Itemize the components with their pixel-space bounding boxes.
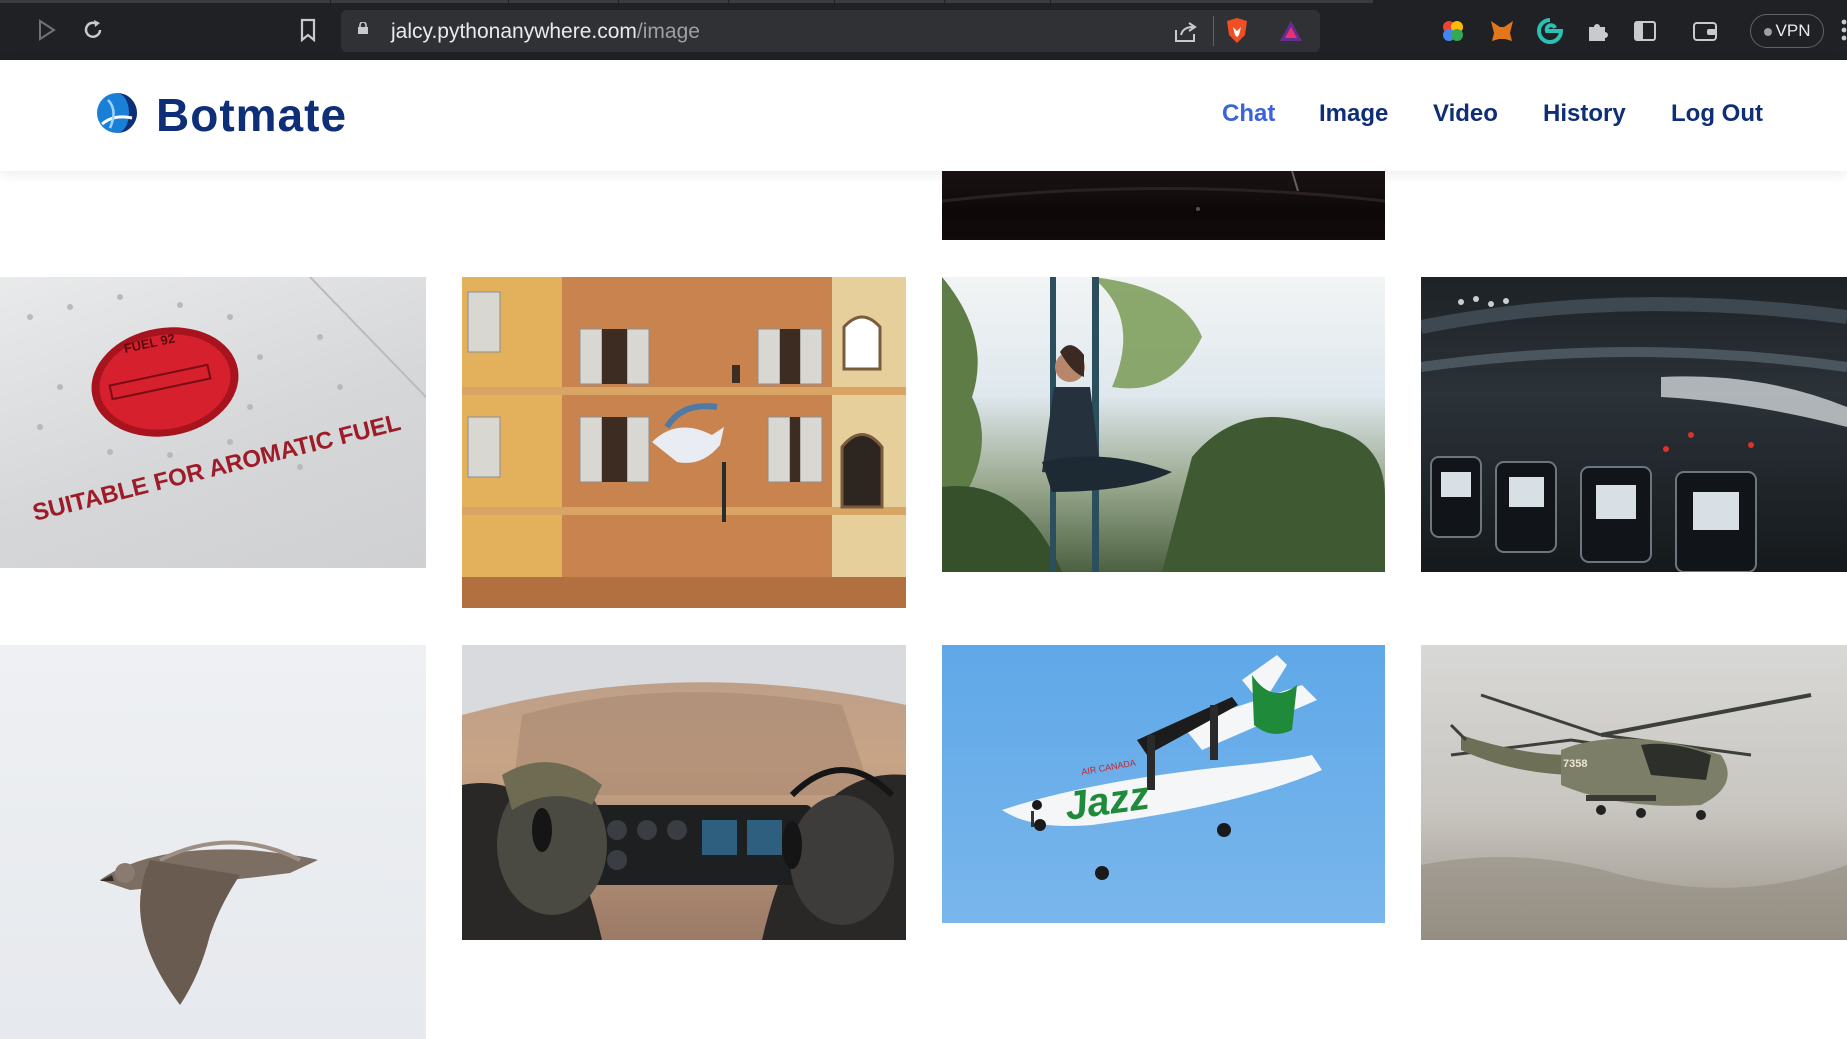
gallery-image-cockpit[interactable] [462, 645, 906, 940]
gallery-image-airplane-cabin[interactable] [1421, 277, 1847, 572]
nav-log-out[interactable]: Log Out [1671, 100, 1763, 128]
back-icon[interactable] [0, 16, 8, 47]
edge-extension-icon[interactable] [1537, 18, 1563, 44]
extensions-puzzle-icon[interactable] [1586, 19, 1610, 43]
bookmark-icon[interactable] [298, 18, 318, 47]
share-icon[interactable] [1173, 20, 1199, 44]
browser-toolbar: jalcy.pythonanywhere.com/image VPN [0, 0, 1847, 60]
air-canada-text: AIR CANADA [1081, 758, 1137, 777]
nav-history[interactable]: History [1543, 100, 1626, 128]
botmate-logo-icon[interactable] [94, 90, 140, 136]
toolbar-divider [1213, 16, 1214, 46]
metamask-icon[interactable] [1489, 19, 1515, 43]
gallery-image-jazz-airplane[interactable]: Jazz AIR CANADA [942, 645, 1385, 923]
reload-icon[interactable] [81, 18, 105, 47]
sidebar-icon[interactable] [1634, 20, 1656, 42]
jazz-brand-text: Jazz [1062, 774, 1152, 829]
url-text[interactable]: jalcy.pythonanywhere.com/image [391, 20, 700, 44]
brave-shield-icon[interactable] [1224, 17, 1250, 45]
gallery-image-aerial-silk[interactable] [942, 277, 1385, 572]
fuel-caption: SUITABLE FOR AROMATIC FUEL [30, 409, 403, 527]
nav-image[interactable]: Image [1319, 100, 1388, 128]
url-path: /image [636, 20, 700, 43]
gallery-image-seagull[interactable] [0, 645, 426, 1039]
url-host: jalcy.pythonanywhere.com [391, 20, 637, 43]
brand-name[interactable]: Botmate [156, 88, 347, 142]
vpn-button[interactable]: VPN [1750, 14, 1824, 48]
helicopter-tail-number: 7358 [1563, 758, 1587, 770]
tab-strip [0, 0, 1373, 3]
site-header: Botmate Chat Image Video History Log Out [0, 60, 1847, 171]
wallet-icon[interactable] [1693, 20, 1719, 42]
colorful-extension-icon[interactable] [1441, 19, 1465, 43]
forward-icon[interactable] [36, 18, 58, 47]
nav-chat[interactable]: Chat [1222, 100, 1275, 128]
gallery-image-military-helicopter[interactable]: 7358 [1421, 645, 1847, 940]
gallery-image[interactable] [942, 171, 1385, 240]
nav-video[interactable]: Video [1433, 100, 1498, 128]
lock-icon [358, 22, 368, 34]
gallery-image-fuel-cap[interactable]: FUEL 92 SUITABLE FOR AROMATIC FUEL [0, 277, 426, 568]
menu-icon[interactable] [1840, 18, 1847, 42]
gallery-image-building[interactable] [462, 277, 906, 608]
rewards-icon[interactable] [1278, 19, 1304, 43]
address-bar[interactable]: jalcy.pythonanywhere.com/image [341, 10, 1320, 52]
vpn-label: VPN [1775, 21, 1811, 40]
